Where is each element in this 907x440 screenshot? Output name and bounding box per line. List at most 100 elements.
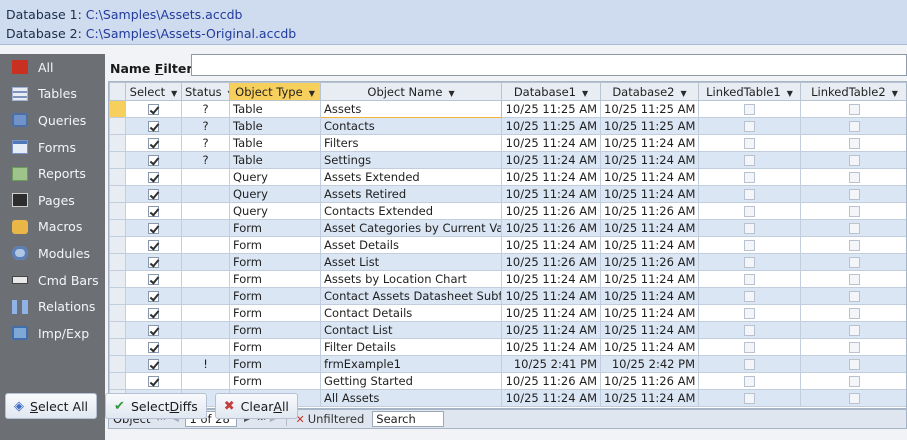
sidebar-item-relations[interactable]: Relations: [0, 293, 105, 320]
select-checkbox-cell[interactable]: [125, 253, 182, 271]
checkbox[interactable]: [849, 189, 860, 200]
linkedtable2-cell[interactable]: [800, 185, 906, 203]
checkbox[interactable]: [744, 138, 755, 149]
select-checkbox-cell[interactable]: [125, 219, 182, 237]
checkbox-checked[interactable]: [148, 206, 159, 217]
column-header-linkedtable1[interactable]: LinkedTable1 ▼: [698, 82, 801, 101]
row-selector[interactable]: [109, 202, 126, 220]
select-checkbox-cell[interactable]: [125, 287, 182, 305]
row-selector[interactable]: [109, 321, 126, 339]
checkbox-checked[interactable]: [148, 376, 159, 387]
select-checkbox-cell[interactable]: [125, 355, 182, 373]
checkbox-checked[interactable]: [148, 308, 159, 319]
select-checkbox-cell[interactable]: [125, 321, 182, 339]
linkedtable1-cell[interactable]: [698, 321, 801, 339]
column-header-object-type[interactable]: Object Type ▼: [229, 82, 321, 101]
checkbox[interactable]: [744, 104, 755, 115]
checkbox[interactable]: [849, 104, 860, 115]
sidebar-item-forms[interactable]: Forms: [0, 134, 105, 161]
linkedtable2-cell[interactable]: [800, 168, 906, 186]
row-selector[interactable]: [109, 304, 126, 322]
checkbox[interactable]: [849, 223, 860, 234]
checkbox[interactable]: [744, 376, 755, 387]
row-selector[interactable]: [109, 134, 126, 152]
linkedtable2-cell[interactable]: [800, 134, 906, 152]
column-header-object-name[interactable]: Object Name ▼: [320, 82, 502, 101]
select-checkbox-cell[interactable]: [125, 168, 182, 186]
linkedtable2-cell[interactable]: [800, 355, 906, 373]
linkedtable1-cell[interactable]: [698, 389, 801, 407]
checkbox[interactable]: [849, 155, 860, 166]
select-checkbox-cell[interactable]: [125, 134, 182, 152]
linkedtable1-cell[interactable]: [698, 134, 801, 152]
checkbox-checked[interactable]: [148, 274, 159, 285]
checkbox[interactable]: [744, 342, 755, 353]
checkbox[interactable]: [849, 308, 860, 319]
checkbox-checked[interactable]: [148, 172, 159, 183]
checkbox[interactable]: [849, 342, 860, 353]
checkbox[interactable]: [849, 291, 860, 302]
checkbox[interactable]: [744, 240, 755, 251]
sidebar-item-modules[interactable]: Modules: [0, 240, 105, 267]
table-row[interactable]: ? Table Settings 10/25 11:24 AM 10/25 11:24 …: [109, 151, 906, 169]
select-all-button[interactable]: ◈ Select All: [5, 393, 98, 419]
linkedtable1-cell[interactable]: [698, 253, 801, 271]
column-header-database2[interactable]: Database2 ▼: [600, 82, 699, 101]
checkbox[interactable]: [849, 376, 860, 387]
linkedtable2-cell[interactable]: [800, 372, 906, 390]
checkbox[interactable]: [744, 291, 755, 302]
checkbox-checked[interactable]: [148, 104, 159, 115]
row-selector[interactable]: [109, 100, 126, 118]
checkbox[interactable]: [849, 274, 860, 285]
checkbox[interactable]: [849, 121, 860, 132]
row-selector[interactable]: [109, 168, 126, 186]
table-row[interactable]: Query Assets Extended 10/25 11:24 AM 10/25 …: [109, 168, 906, 186]
checkbox-checked[interactable]: [148, 291, 159, 302]
row-selector[interactable]: [109, 151, 126, 169]
checkbox[interactable]: [744, 308, 755, 319]
table-row[interactable]: FormContact Assets Datasheet Subform10/2…: [109, 287, 906, 305]
checkbox-checked[interactable]: [148, 189, 159, 200]
linkedtable1-cell[interactable]: [698, 151, 801, 169]
table-row[interactable]: Form Assets by Location Chart 10/25 11:24 …: [109, 270, 906, 288]
table-row[interactable]: Query Contacts Extended 10/25 11:26 AM 10/2…: [109, 202, 906, 220]
row-selector[interactable]: [109, 185, 126, 203]
clear-all-button[interactable]: ✖ Clear All: [214, 393, 298, 419]
linkedtable1-cell[interactable]: [698, 202, 801, 220]
checkbox-checked[interactable]: [148, 257, 159, 268]
column-header-select[interactable]: Select ▼: [125, 82, 182, 101]
filter-toggle[interactable]: ✕ Unfiltered: [291, 412, 368, 426]
checkbox[interactable]: [744, 359, 755, 370]
linkedtable2-cell[interactable]: [800, 270, 906, 288]
row-selector[interactable]: [109, 287, 126, 305]
table-row[interactable]: ? Table Contacts 10/25 11:25 AM 10/25 11:25 …: [109, 117, 906, 135]
sidebar-item-cmd-bars[interactable]: Cmd Bars: [0, 267, 105, 294]
select-checkbox-cell[interactable]: [125, 100, 182, 118]
sidebar-item-queries[interactable]: Queries: [0, 107, 105, 134]
sidebar-item-imp-exp[interactable]: Imp/Exp: [0, 320, 105, 347]
row-selector[interactable]: [109, 117, 126, 135]
row-selector[interactable]: [109, 236, 126, 254]
checkbox[interactable]: [744, 393, 755, 404]
select-checkbox-cell[interactable]: [125, 236, 182, 254]
table-row[interactable]: Form Filter Details 10/25 11:24 AM 10/25 11…: [109, 338, 906, 356]
select-checkbox-cell[interactable]: [125, 372, 182, 390]
linkedtable1-cell[interactable]: [698, 338, 801, 356]
linkedtable1-cell[interactable]: [698, 236, 801, 254]
checkbox[interactable]: [744, 189, 755, 200]
linkedtable2-cell[interactable]: [800, 338, 906, 356]
checkbox[interactable]: [849, 359, 860, 370]
linkedtable2-cell[interactable]: [800, 321, 906, 339]
linkedtable2-cell[interactable]: [800, 304, 906, 322]
table-row[interactable]: Form Asset List 10/25 11:26 AM 10/25 11:26 …: [109, 253, 906, 271]
checkbox-checked[interactable]: [148, 155, 159, 166]
table-row[interactable]: ? Table Assets 10/25 11:25 AM 10/25 11:25 AM: [109, 100, 906, 118]
sidebar-item-tables[interactable]: Tables: [0, 81, 105, 108]
linkedtable1-cell[interactable]: [698, 287, 801, 305]
sidebar-item-pages[interactable]: Pages: [0, 187, 105, 214]
checkbox-checked[interactable]: [148, 240, 159, 251]
select-checkbox-cell[interactable]: [125, 185, 182, 203]
checkbox-checked[interactable]: [148, 325, 159, 336]
checkbox-checked[interactable]: [148, 342, 159, 353]
checkbox[interactable]: [849, 172, 860, 183]
